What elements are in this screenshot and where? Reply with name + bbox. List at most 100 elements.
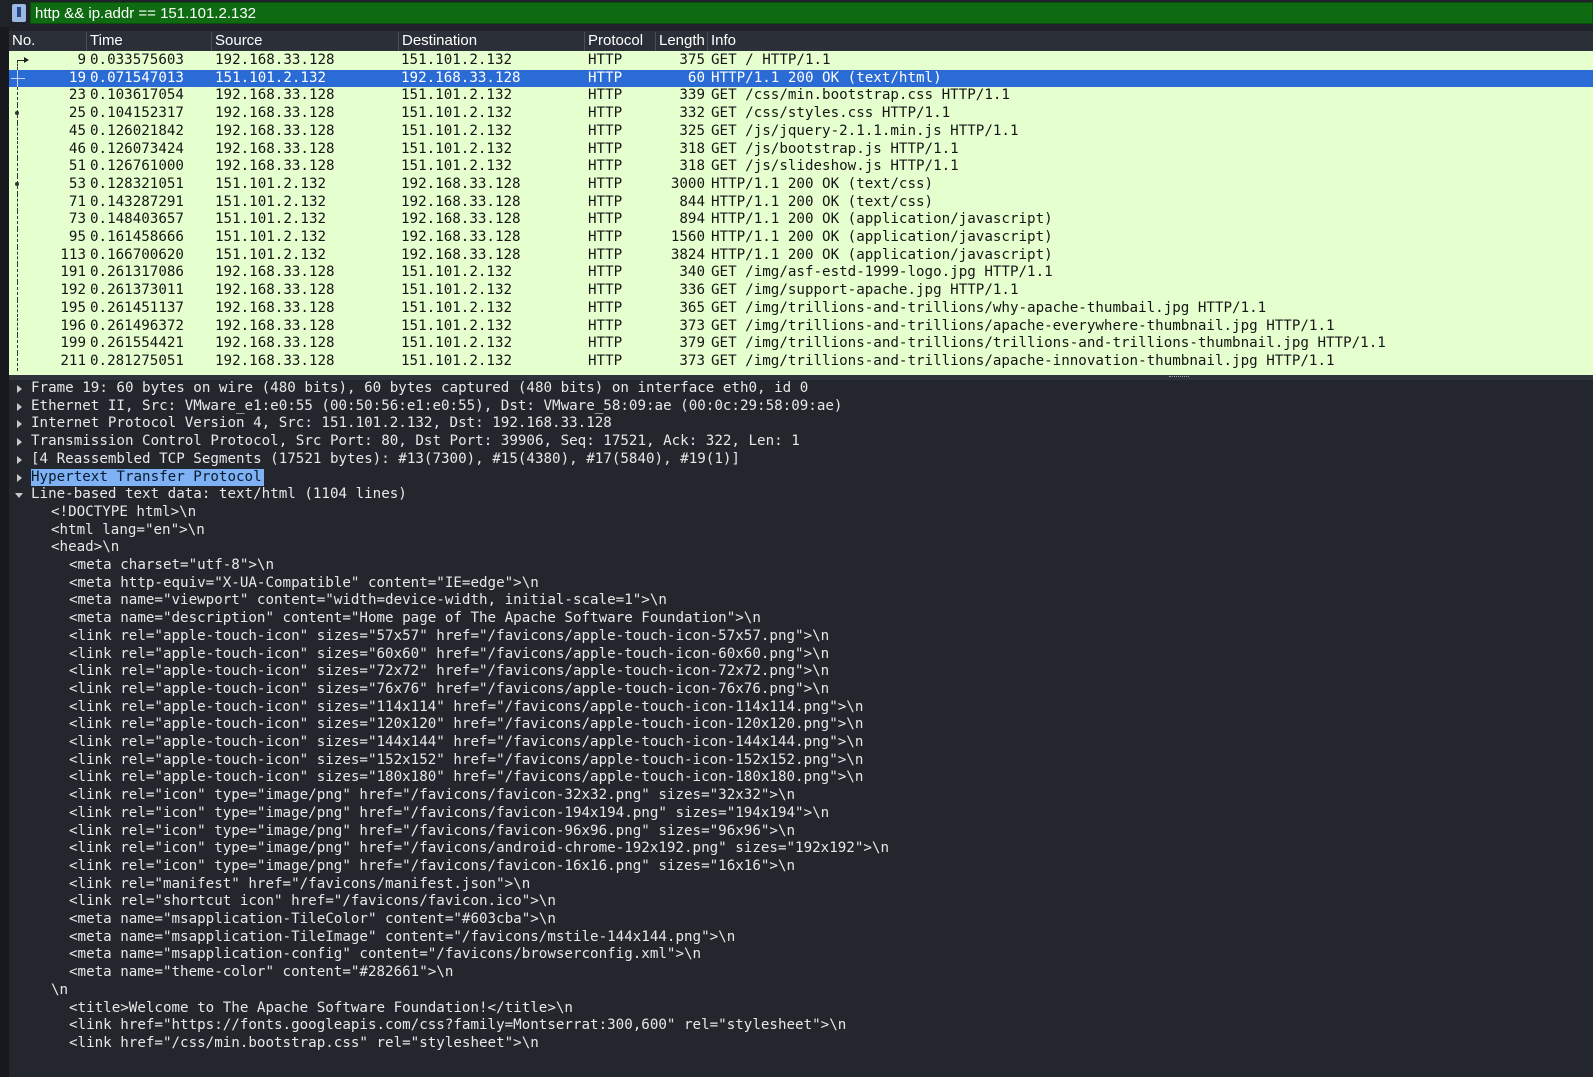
tree-item[interactable]: Line-based text data: text/html (1104 li… xyxy=(9,486,1593,504)
packet-row[interactable]: 113 0.166700620 151.101.2.132 192.168.33.12… xyxy=(9,246,1593,265)
tree-subitem[interactable]: <link rel="icon" type="image/png" href="… xyxy=(9,823,1593,841)
display-filter-toolbar xyxy=(0,0,1593,27)
cell-info: HTTP/1.1 200 OK (text/html) xyxy=(711,69,942,86)
tree-subitem[interactable]: <meta name="viewport" content="width=dev… xyxy=(9,592,1593,610)
tree-subitem[interactable]: <link rel="apple-touch-icon" sizes="57x5… xyxy=(9,628,1593,646)
tree-item[interactable]: Transmission Control Protocol, Src Port:… xyxy=(9,433,1593,451)
packet-row[interactable]: 25 0.104152317 192.168.33.128 151.101.2.132… xyxy=(9,105,1593,123)
column-header-destination[interactable]: Destination xyxy=(399,32,585,51)
expand-arrow-right-icon[interactable] xyxy=(15,433,25,451)
packet-row[interactable]: 71 0.143287291 151.101.2.132 192.168.33.128… xyxy=(9,193,1593,212)
cell-protocol: HTTP xyxy=(588,246,623,263)
packet-row[interactable]: 192 0.261373011 192.168.33.128 151.101.2.13… xyxy=(9,282,1593,300)
cell-info: HTTP/1.1 200 OK (text/css) xyxy=(711,175,934,192)
cell-protocol: HTTP xyxy=(588,69,623,86)
tree-subitem[interactable]: <link rel="icon" type="image/png" href="… xyxy=(9,858,1593,876)
expand-arrow-down-icon[interactable] xyxy=(15,486,25,504)
tree-subitem[interactable]: <link rel="icon" type="image/png" href="… xyxy=(9,840,1593,858)
tree-item-label: <link rel="apple-touch-icon" sizes="114x… xyxy=(69,698,864,715)
packet-row[interactable]: 191 0.261317086 192.168.33.128 151.101.2.13… xyxy=(9,264,1593,283)
cell-source: 192.168.33.128 xyxy=(215,299,335,316)
tree-subitem[interactable]: <link rel="apple-touch-icon" sizes="144x… xyxy=(9,734,1593,752)
cell-no: 23 xyxy=(68,87,86,104)
bookmark-icon[interactable] xyxy=(12,4,26,22)
tree-item-label: Transmission Control Protocol, Src Port:… xyxy=(31,433,800,450)
column-header-length[interactable]: Length xyxy=(656,32,708,51)
packet-row[interactable]: 51 0.126761000 192.168.33.128 151.101.2.132… xyxy=(9,158,1593,176)
tree-subitem[interactable]: <link rel="manifest" href="/favicons/man… xyxy=(9,876,1593,894)
cell-length: 373 xyxy=(679,352,705,369)
tree-subitem[interactable]: <meta http-equiv="X-UA-Compatible" conte… xyxy=(9,575,1593,593)
tree-subitem[interactable]: <head>\n xyxy=(9,539,1593,557)
tree-subitem[interactable]: <link rel="apple-touch-icon" sizes="114x… xyxy=(9,699,1593,717)
tree-subitem[interactable]: <link rel="icon" type="image/png" href="… xyxy=(9,805,1593,823)
cell-info: GET /js/bootstrap.js HTTP/1.1 xyxy=(711,140,959,157)
cell-length: 339 xyxy=(679,87,705,104)
cell-length: 375 xyxy=(679,52,705,68)
packet-row[interactable]: 53 0.128321051 151.101.2.132 192.168.33.128… xyxy=(9,175,1593,194)
cell-destination: 192.168.33.128 xyxy=(401,193,521,210)
expand-arrow-right-icon[interactable] xyxy=(15,451,25,469)
column-header-protocol[interactable]: Protocol xyxy=(585,32,656,51)
cell-no: 195 xyxy=(60,299,86,316)
packet-details-tree[interactable]: Frame 19: 60 bytes on wire (480 bits), 6… xyxy=(9,380,1593,1077)
packet-row[interactable]: 23 0.103617054 192.168.33.128 151.101.2.132… xyxy=(9,87,1593,106)
tree-subitem[interactable]: <link rel="apple-touch-icon" sizes="152x… xyxy=(9,752,1593,770)
tree-item[interactable]: Ethernet II, Src: VMware_e1:e0:55 (00:50… xyxy=(9,398,1593,416)
cell-no: 95 xyxy=(68,229,86,245)
packet-row[interactable]: 45 0.126021842 192.168.33.128 151.101.2.132… xyxy=(9,122,1593,141)
tree-subitem[interactable]: <meta name="msapplication-TileColor" con… xyxy=(9,911,1593,929)
packet-row[interactable]: 195 0.261451137 192.168.33.128 151.101.2.13… xyxy=(9,299,1593,318)
tree-subitem[interactable]: <meta name="description" content="Home p… xyxy=(9,610,1593,628)
cell-destination: 192.168.33.128 xyxy=(401,229,521,245)
expand-arrow-right-icon[interactable] xyxy=(15,398,25,416)
tree-item[interactable]: Hypertext Transfer Protocol xyxy=(9,468,1593,487)
cell-protocol: HTTP xyxy=(588,193,623,210)
tree-item[interactable]: Frame 19: 60 bytes on wire (480 bits), 6… xyxy=(9,380,1593,398)
expand-arrow-right-icon[interactable] xyxy=(15,415,25,433)
tree-subitem[interactable]: <meta name="msapplication-TileImage" con… xyxy=(9,929,1593,947)
column-header-info[interactable]: Info xyxy=(708,32,1593,51)
packet-row[interactable]: 19 0.071547013 151.101.2.132 192.168.33.128… xyxy=(9,69,1593,88)
tree-item[interactable]: [4 Reassembled TCP Segments (17521 bytes… xyxy=(9,451,1593,469)
column-header-source[interactable]: Source xyxy=(212,32,399,51)
tree-item[interactable]: Internet Protocol Version 4, Src: 151.10… xyxy=(9,415,1593,433)
tree-subitem[interactable]: <link rel="apple-touch-icon" sizes="72x7… xyxy=(9,663,1593,681)
tree-subitem[interactable]: <link href="/css/min.bootstrap.css" rel=… xyxy=(9,1035,1593,1053)
cell-time: 0.148403657 xyxy=(90,211,184,228)
expand-arrow-right-icon[interactable] xyxy=(15,380,25,398)
tree-subitem[interactable]: <meta charset="utf-8">\n xyxy=(9,557,1593,575)
tree-subitem[interactable]: <link rel="icon" type="image/png" href="… xyxy=(9,787,1593,805)
packet-row[interactable]: 73 0.148403657 151.101.2.132 192.168.33.128… xyxy=(9,211,1593,229)
cell-no: 19 xyxy=(68,69,86,86)
splitter-grip-icon[interactable] xyxy=(1169,376,1189,379)
cell-no: 9 xyxy=(77,52,86,68)
tree-subitem[interactable]: \n xyxy=(9,982,1593,1000)
display-filter-input[interactable] xyxy=(30,2,1593,24)
tree-subitem[interactable]: <!DOCTYPE html>\n xyxy=(9,504,1593,522)
cell-destination: 151.101.2.132 xyxy=(401,52,513,68)
packet-row[interactable]: 211 0.281275051 192.168.33.128 151.101.2.13… xyxy=(9,352,1593,371)
cell-destination: 151.101.2.132 xyxy=(401,264,513,281)
packet-row[interactable]: 9 0.033575603 192.168.33.128 151.101.2.132 H… xyxy=(9,52,1593,70)
tree-subitem[interactable]: <link rel="apple-touch-icon" sizes="76x7… xyxy=(9,681,1593,699)
tree-subitem[interactable]: <meta name="msapplication-config" conten… xyxy=(9,946,1593,964)
tree-subitem[interactable]: <meta name="theme-color" content="#28266… xyxy=(9,964,1593,982)
tree-subitem[interactable]: <link href="https://fonts.googleapis.com… xyxy=(9,1017,1593,1035)
column-header-time[interactable]: Time xyxy=(87,32,212,51)
expand-arrow-right-icon[interactable] xyxy=(15,469,25,487)
tree-subitem[interactable]: <link rel="shortcut icon" href="/favicon… xyxy=(9,893,1593,911)
tree-subitem[interactable]: <title>Welcome to The Apache Software Fo… xyxy=(9,1000,1593,1018)
packet-row[interactable]: 46 0.126073424 192.168.33.128 151.101.2.132… xyxy=(9,140,1593,159)
tree-subitem[interactable]: <link rel="apple-touch-icon" sizes="120x… xyxy=(9,716,1593,734)
packet-row[interactable]: 196 0.261496372 192.168.33.128 151.101.2.13… xyxy=(9,317,1593,336)
tree-subitem[interactable]: <link rel="apple-touch-icon" sizes="60x6… xyxy=(9,646,1593,664)
tree-subitem[interactable]: <html lang="en">\n xyxy=(9,522,1593,540)
tree-subitem[interactable]: <link rel="apple-touch-icon" sizes="180x… xyxy=(9,769,1593,787)
packet-list[interactable]: No. Time Source Destination Protocol Len… xyxy=(9,31,1593,378)
cell-destination: 151.101.2.132 xyxy=(401,87,513,104)
packet-row[interactable]: 199 0.261554421 192.168.33.128 151.101.2.13… xyxy=(9,335,1593,353)
column-header-no[interactable]: No. xyxy=(9,32,87,51)
packet-row[interactable]: 95 0.161458666 151.101.2.132 192.168.33.128… xyxy=(9,229,1593,247)
cell-length: 60 xyxy=(687,69,705,86)
